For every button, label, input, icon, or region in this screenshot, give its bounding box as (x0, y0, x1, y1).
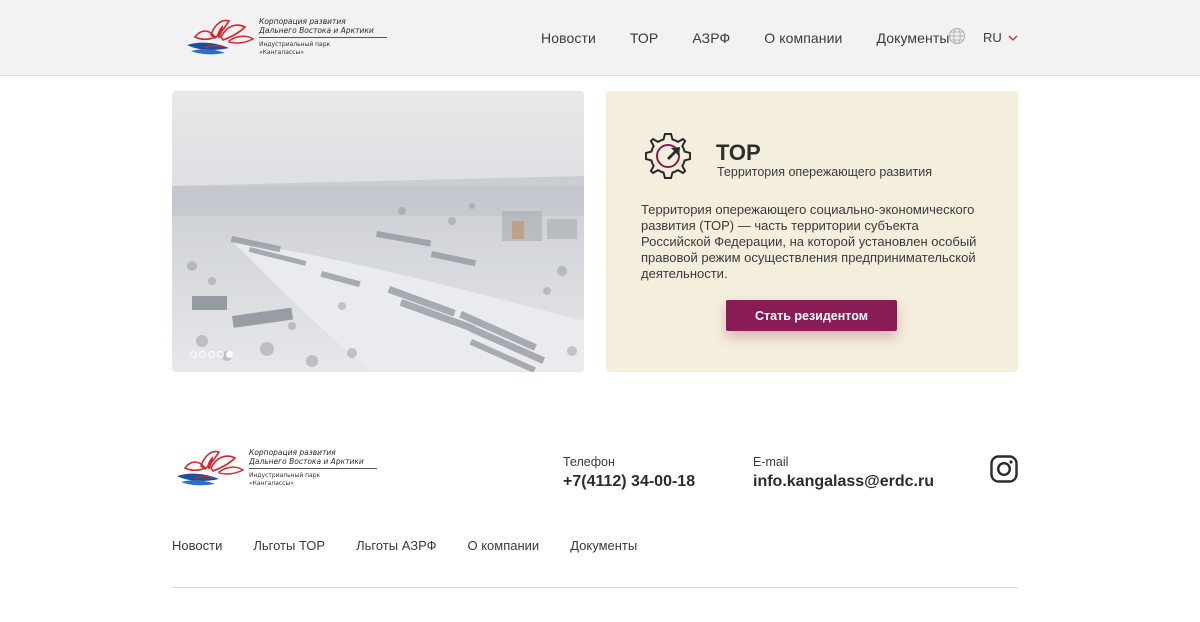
slider-dot-active[interactable] (226, 351, 233, 358)
logo-subtitle-line1: Индустриальный парк (259, 41, 331, 48)
footer-logo[interactable]: Корпорация развития Дальнего Востока и А… (175, 446, 377, 490)
logo-divider (259, 37, 387, 38)
become-resident-button[interactable]: Стать резидентом (726, 300, 897, 331)
nav-item-tor[interactable]: ТОР (630, 30, 658, 46)
logo-subtitle-line2: «Кангалассы» (249, 479, 294, 487)
nav-item-about[interactable]: О компании (764, 30, 842, 46)
slider-dot[interactable] (208, 351, 215, 358)
logo-subtitle-line2: «Кангалассы» (259, 48, 304, 56)
footer-nav: Новости Льготы ТОР Льготы АЗРФ О компани… (172, 538, 668, 553)
footer-nav-about[interactable]: О компании (468, 538, 540, 553)
card-description: Территория опережающего социально-эконом… (641, 202, 977, 281)
footer-nav-tor-benefits[interactable]: Льготы ТОР (253, 538, 325, 553)
logo-title-line1: Корпорация развития (249, 448, 336, 457)
logo-title-line2: Дальнего Востока и Арктики (259, 26, 374, 35)
logo-subtitle-line1: Индустриальный парк (249, 472, 321, 479)
nav-item-azrf[interactable]: АЗРФ (692, 30, 730, 46)
site-header: Корпорация развития Дальнего Востока и А… (0, 0, 1200, 76)
language-label: RU (983, 30, 1002, 45)
card-subtitle: Территория опережающего развития (717, 165, 933, 179)
email-link[interactable]: info.kangalass@erdc.ru (753, 473, 934, 491)
footer-divider (172, 587, 1018, 588)
phone-label: Телефон (563, 455, 615, 469)
language-selector[interactable]: RU (983, 30, 1018, 45)
footer-nav-documents[interactable]: Документы (570, 538, 637, 553)
footer-nav-azrf-benefits[interactable]: Льготы АЗРФ (356, 538, 436, 553)
hero-slider[interactable] (172, 91, 584, 372)
logo-title-line2: Дальнего Востока и Арктики (249, 457, 364, 466)
logo-title-line1: Корпорация развития (259, 17, 346, 26)
main-nav: Новости ТОР АЗРФ О компании Документы (541, 30, 950, 46)
nav-item-documents[interactable]: Документы (876, 30, 949, 46)
slider-dot[interactable] (190, 351, 197, 358)
tor-info-card: ТОР Территория опережающего развития Тер… (606, 91, 1018, 372)
aerial-winter-photo (172, 91, 584, 372)
phone-link[interactable]: +7(4112) 34-00-18 (563, 473, 695, 491)
globe-icon[interactable] (948, 27, 966, 45)
card-title: ТОР (716, 140, 761, 165)
lotus-logo-icon (177, 450, 245, 486)
gear-cursor-icon (645, 133, 691, 179)
slider-pagination (190, 351, 235, 358)
lotus-logo-icon (187, 19, 255, 55)
slider-dot[interactable] (199, 351, 206, 358)
logo-divider (249, 468, 377, 469)
instagram-icon[interactable] (990, 455, 1018, 483)
footer-nav-news[interactable]: Новости (172, 538, 222, 553)
chevron-down-icon (1008, 35, 1018, 41)
slider-dot[interactable] (217, 351, 224, 358)
logo[interactable]: Корпорация развития Дальнего Востока и А… (185, 15, 387, 59)
email-label: E-mail (753, 455, 789, 469)
nav-item-news[interactable]: Новости (541, 30, 596, 46)
